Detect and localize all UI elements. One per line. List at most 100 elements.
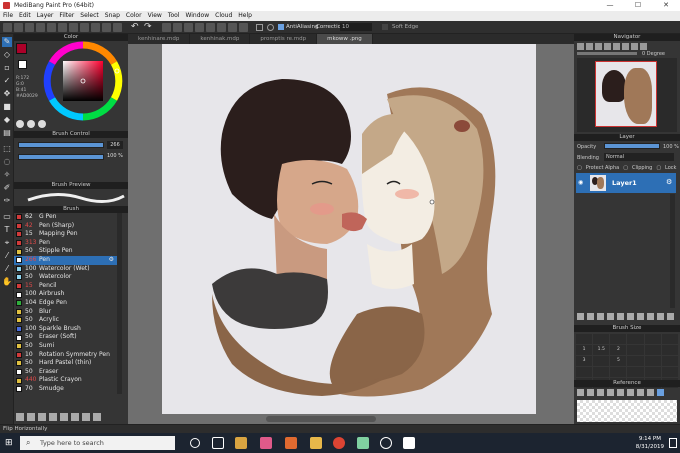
snap-shape-icon[interactable] (256, 24, 263, 31)
brush-size-cell[interactable] (593, 356, 610, 366)
operation-tool-icon[interactable]: ⌖ (2, 238, 12, 248)
brush-list-item[interactable]: 266 Pen ⚙ (14, 255, 122, 265)
brush-size-cell[interactable] (644, 356, 661, 366)
brush-size-cell[interactable] (576, 334, 593, 344)
layout-icon[interactable] (47, 23, 56, 32)
duplicate-layer-icon[interactable] (617, 313, 624, 320)
menu-window[interactable]: Window (185, 11, 209, 21)
zoom-in-icon[interactable] (597, 389, 604, 396)
folder-icon[interactable] (38, 413, 46, 421)
dot-tool-icon[interactable]: ▫ (2, 63, 12, 73)
brush-size-cell[interactable]: 1 (576, 345, 593, 355)
brush-list-item[interactable]: 62 G Pen (14, 213, 122, 222)
chrome-icon[interactable] (333, 437, 345, 449)
fit-icon[interactable] (595, 43, 602, 50)
new-halftone-layer-icon[interactable] (587, 313, 594, 320)
menu-snap[interactable]: Snap (105, 11, 120, 21)
brush-size-cell[interactable]: 1.5 (593, 345, 610, 355)
minimize-button[interactable]: — (596, 0, 624, 11)
brush-list-item[interactable]: 70 Smudge (14, 385, 122, 394)
brush-size-cell[interactable] (627, 356, 644, 366)
pan-tool-icon[interactable]: ✥ (2, 89, 12, 99)
navigator-preview[interactable] (577, 58, 677, 132)
brush-list-item[interactable]: 100 Airbrush (14, 290, 122, 299)
snap-circle-icon[interactable] (217, 23, 226, 32)
file-explorer-icon[interactable] (310, 437, 322, 449)
redo-icon[interactable]: ↷ (144, 22, 152, 32)
snap-cross-icon[interactable] (184, 23, 193, 32)
eyedropper-tool-icon[interactable]: ⁄ (2, 251, 12, 261)
brush-list-item[interactable]: 15 Pencil (14, 282, 122, 291)
brush-size-cell[interactable] (576, 367, 593, 377)
menu-help[interactable]: Help (238, 11, 252, 21)
canvas-h-scrollbar[interactable] (266, 416, 376, 422)
down-icon[interactable] (71, 413, 79, 421)
soft-edge-checkbox[interactable] (382, 24, 388, 30)
layer-opacity-slider[interactable] (604, 143, 660, 149)
rotate-left-icon[interactable] (613, 43, 620, 50)
snap-vanish-icon[interactable] (195, 23, 204, 32)
wheel-mode-icon[interactable] (16, 120, 24, 128)
transform-icon[interactable] (102, 23, 111, 32)
brush-size-cell[interactable] (593, 334, 610, 344)
eyedropper2-tool-icon[interactable]: ⁄ (2, 264, 12, 274)
tab-document[interactable]: kenhinak.mdp (190, 34, 251, 44)
layer-down-icon[interactable] (647, 313, 654, 320)
artwork[interactable] (162, 44, 536, 414)
artboard[interactable] (162, 44, 536, 414)
protect-alpha-checkbox[interactable]: ▢ (577, 165, 582, 171)
brush-list-item[interactable]: 50 Sumi (14, 342, 122, 351)
blending-select[interactable]: Normal (604, 153, 674, 161)
invert-icon[interactable] (91, 23, 100, 32)
reset-icon[interactable] (640, 43, 647, 50)
magic-wand-tool-icon[interactable]: ✧ (2, 170, 12, 180)
menu-layer[interactable]: Layer (37, 11, 54, 21)
slider-mode-icon[interactable] (38, 120, 46, 128)
eyedropper-icon[interactable] (647, 389, 654, 396)
add-brush-icon[interactable] (16, 413, 24, 421)
primary-color-swatch[interactable] (16, 43, 27, 54)
tab-document[interactable]: kenhinare.mdp (128, 34, 191, 44)
duplicate-icon[interactable] (49, 413, 57, 421)
eye-icon[interactable]: ◉ (578, 179, 583, 186)
flip-icon[interactable] (637, 389, 644, 396)
fill-rect-tool-icon[interactable]: ■ (2, 102, 12, 112)
brush-size-cell[interactable]: 2 (610, 345, 627, 355)
zoom-slider[interactable] (577, 52, 637, 55)
brush-list-item[interactable]: 42 Pen (Sharp) (14, 222, 122, 231)
brush-list-item[interactable]: 100 Watercolor (Wet) (14, 265, 122, 274)
new-layer-icon[interactable] (577, 313, 584, 320)
brush-list-item[interactable]: 313 Pen (14, 239, 122, 248)
brush-list-item[interactable]: 50 Blur (14, 308, 122, 317)
brush-size-cell[interactable] (627, 334, 644, 344)
deselect-icon[interactable] (80, 23, 89, 32)
gradient-tool-icon[interactable]: ▤ (2, 128, 12, 138)
zoom-out-icon[interactable] (607, 389, 614, 396)
store-icon[interactable] (235, 437, 247, 449)
brush-size-cell[interactable]: 5 (610, 356, 627, 366)
text-tool-icon[interactable]: T (2, 225, 12, 235)
brush-size-cell[interactable] (627, 345, 644, 355)
cloud-brush-icon[interactable] (27, 413, 35, 421)
settings-icon[interactable] (82, 413, 90, 421)
maximize-button[interactable]: ☐ (624, 0, 652, 11)
layer-row[interactable]: ◉ Layer1 ⚙ (576, 173, 676, 193)
brush-size-cell[interactable] (661, 367, 678, 377)
palette-mode-icon[interactable] (27, 120, 35, 128)
brush-size-value[interactable]: 266 (107, 141, 123, 149)
clock[interactable]: 9:14 PM 8/31/2019 (636, 435, 664, 451)
brush-size-cell[interactable] (644, 345, 661, 355)
brush-list-item[interactable]: 104 Edge Pen (14, 299, 122, 308)
menu-filter[interactable]: Filter (59, 11, 74, 21)
rotate-icon[interactable] (627, 389, 634, 396)
menu-tool[interactable]: Tool (168, 11, 180, 21)
menu-view[interactable]: View (148, 11, 162, 21)
tab-document[interactable]: promptis re.mdp (250, 34, 318, 44)
flip-icon[interactable] (631, 43, 638, 50)
actual-size-icon[interactable] (604, 43, 611, 50)
windows-start-icon[interactable]: ⊞ (5, 438, 13, 448)
tab-document-active[interactable]: mkoww .png (317, 34, 373, 44)
fill-icon[interactable] (58, 23, 67, 32)
brush-list-item[interactable]: 50 Watercolor (14, 273, 122, 282)
menu-edit[interactable]: Edit (19, 11, 31, 21)
